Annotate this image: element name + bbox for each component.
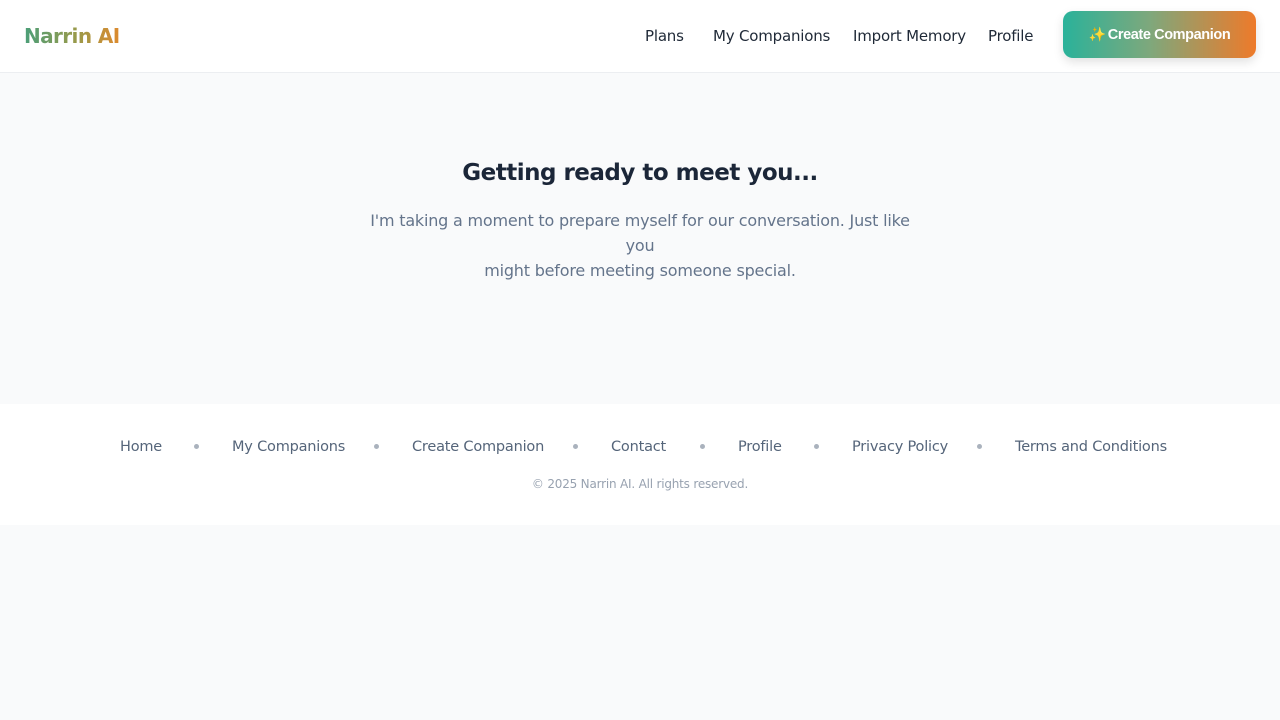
copyright-text: © 2025 Narrin AI. All rights reserved. — [531, 477, 749, 491]
create-companion-button[interactable]: ✨ Create Companion — [1063, 11, 1256, 58]
footer-separator — [977, 444, 982, 449]
footer-link-privacy-policy[interactable]: Privacy Policy — [852, 437, 948, 457]
footer-separator — [374, 444, 379, 449]
footer-link-contact[interactable]: Contact — [611, 437, 666, 457]
footer-link-home[interactable]: Home — [120, 437, 162, 457]
sparkles-icon: ✨ — [1088, 26, 1106, 42]
footer-link-profile[interactable]: Profile — [738, 437, 782, 457]
nav-profile[interactable]: Profile — [988, 26, 1033, 46]
footer-separator — [700, 444, 705, 449]
footer-link-my-companions[interactable]: My Companions — [232, 437, 345, 457]
subtitle-line-1: I'm taking a moment to prepare myself fo… — [370, 211, 910, 255]
footer-separator — [814, 444, 819, 449]
nav-import-memory[interactable]: Import Memory — [853, 26, 966, 46]
page-title: Getting ready to meet you... — [462, 160, 818, 186]
footer-link-create-companion[interactable]: Create Companion — [412, 437, 544, 457]
footer-link-terms[interactable]: Terms and Conditions — [1015, 437, 1167, 457]
nav-my-companions[interactable]: My Companions — [713, 26, 830, 46]
page-subtitle: I'm taking a moment to prepare myself fo… — [360, 208, 920, 283]
site-header: Narrin AI Plans My Companions Import Mem… — [0, 0, 1280, 73]
footer-separator — [573, 444, 578, 449]
site-footer: Home My Companions Create Companion Cont… — [0, 404, 1280, 525]
create-companion-label: Create Companion — [1107, 26, 1231, 43]
brand-logo[interactable]: Narrin AI — [24, 23, 120, 49]
footer-separator — [194, 444, 199, 449]
nav-plans[interactable]: Plans — [645, 26, 684, 46]
subtitle-line-2: might before meeting someone special. — [484, 261, 796, 280]
